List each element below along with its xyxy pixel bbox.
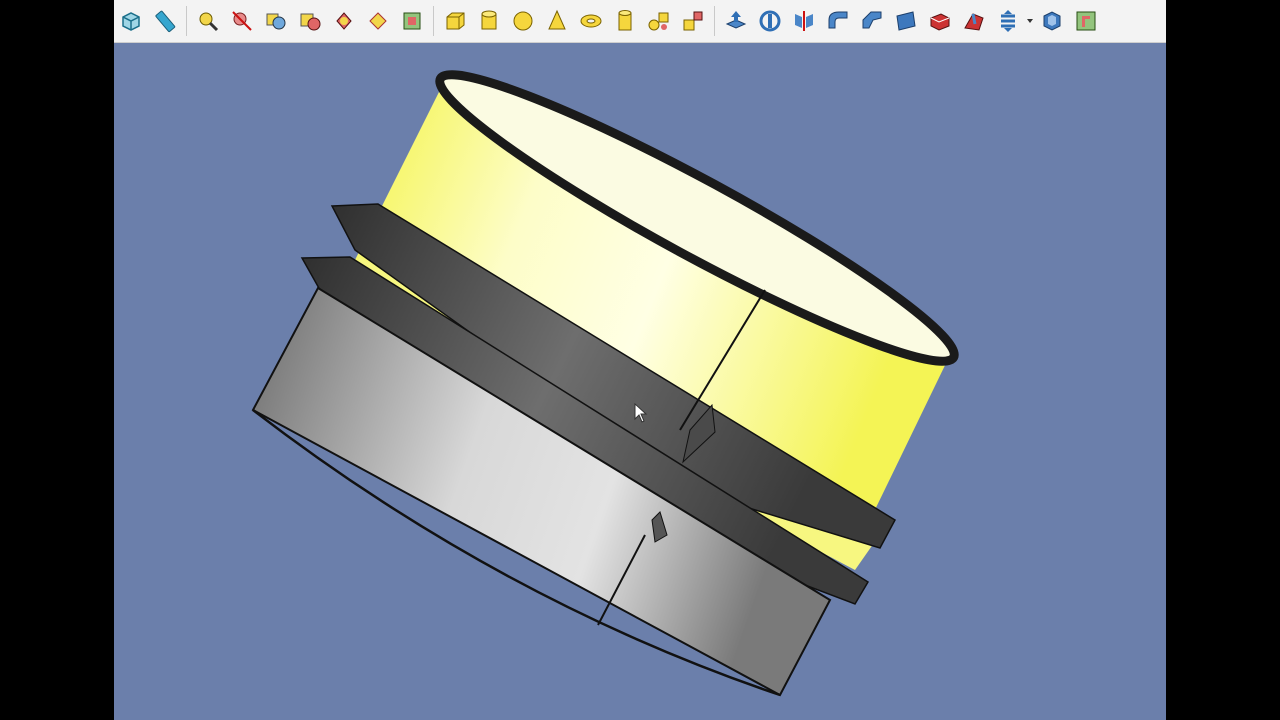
freecad-window [114,0,1166,720]
shape-builder-icon[interactable] [676,4,710,38]
fillet-icon[interactable] [821,4,855,38]
toolbar-group-measure [114,0,182,42]
view-box-icon[interactable] [114,4,148,38]
toolbar-separator [433,6,434,36]
chevron-down-icon[interactable] [1025,4,1035,38]
ruled-surface-icon[interactable] [923,4,957,38]
tube-icon[interactable] [608,4,642,38]
primitives-icon[interactable] [642,4,676,38]
torus-icon[interactable] [574,4,608,38]
common-icon[interactable] [327,4,361,38]
thickness-icon[interactable] [1035,4,1069,38]
mirror-icon[interactable] [787,4,821,38]
mouse-cursor-icon [634,403,648,423]
sweep-icon[interactable] [991,4,1025,38]
3d-part-view[interactable] [114,43,1166,720]
cone-icon[interactable] [540,4,574,38]
toolbar-group-part-check [191,0,429,42]
chamfer-icon[interactable] [855,4,889,38]
measure-ruler-icon[interactable] [148,4,182,38]
revolve-icon[interactable] [753,4,787,38]
loft-icon[interactable] [957,4,991,38]
union-icon[interactable] [361,4,395,38]
toolbar-group-primitives [438,0,710,42]
sphere-icon[interactable] [506,4,540,38]
refine-shape-icon[interactable] [225,4,259,38]
toolbar [114,0,1166,43]
extrude-icon[interactable] [719,4,753,38]
cut-icon[interactable] [293,4,327,38]
check-geometry-icon[interactable] [191,4,225,38]
toolbar-separator [714,6,715,36]
offset-icon[interactable] [1069,4,1103,38]
3d-viewport[interactable] [114,43,1166,720]
cylinder-icon[interactable] [472,4,506,38]
section-icon[interactable] [395,4,429,38]
face-from-edges-icon[interactable] [889,4,923,38]
cube-icon[interactable] [438,4,472,38]
toolbar-group-part-tools [719,0,1103,42]
boolean-icon[interactable] [259,4,293,38]
toolbar-separator [186,6,187,36]
